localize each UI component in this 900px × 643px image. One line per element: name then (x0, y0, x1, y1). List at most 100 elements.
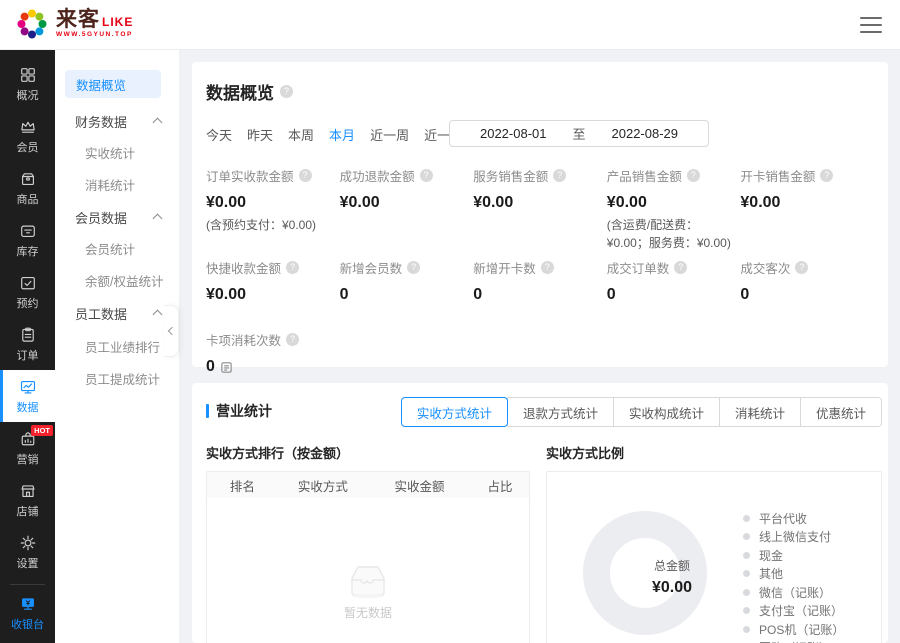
legend-item-wechat-online[interactable]: 线上微信支付 (743, 528, 844, 547)
sidebar-collapse-handle[interactable] (164, 305, 179, 357)
help-icon[interactable] (280, 85, 293, 98)
submenu-item-consume-stats[interactable]: 消耗统计 (85, 174, 180, 194)
sidebar-item-marketing[interactable]: HOT 营销 (0, 422, 55, 474)
stats-tab-group: 实收方式统计 退款方式统计 实收构成统计 消耗统计 优惠统计 (402, 397, 882, 427)
sidebar-item-shop[interactable]: 店铺 (0, 474, 55, 526)
submenu-group-label: 财务数据 (75, 112, 127, 131)
legend-item-wechat-manual[interactable]: 微信（记账） (743, 583, 844, 602)
menu-hamburger-icon[interactable] (860, 17, 882, 33)
settings-gear-icon (19, 534, 37, 552)
empty-text: 暂无数据 (344, 604, 392, 621)
stat-customer-visits: 成交客次 0 (740, 258, 874, 324)
legend-dot-icon (743, 589, 750, 596)
stat-service-sales: 服务销售金额 ¥0.00 (473, 166, 607, 252)
sidebar-item-orders[interactable]: 订单 (0, 318, 55, 370)
legend-item-alipay-manual[interactable]: 支付宝（记账） (743, 602, 844, 621)
section-title: 营业统计 (216, 401, 272, 421)
chevron-left-icon (168, 327, 176, 335)
sidebar-divider (10, 584, 45, 585)
submenu-group-finance[interactable]: 财务数据 (75, 110, 175, 132)
help-icon[interactable] (687, 169, 700, 182)
filter-yesterday[interactable]: 昨天 (247, 125, 273, 144)
legend-item-groupbuy-manual[interactable]: 团购（记账） (743, 639, 844, 643)
help-icon[interactable] (286, 261, 299, 274)
tab-received-composition-stats[interactable]: 实收构成统计 (613, 397, 720, 427)
filter-today[interactable]: 今天 (206, 125, 232, 144)
stat-note: (含运费/配送费：¥0.00；服务费：¥0.00) (607, 216, 733, 252)
detail-icon[interactable] (220, 361, 233, 374)
sidebar-item-cashier[interactable]: 收银台 (0, 587, 55, 639)
ranking-title: 实收方式排行（按金额） (206, 443, 530, 463)
stat-label: 产品销售金额 (607, 166, 682, 185)
sidebar-item-overview[interactable]: 概况 (0, 58, 55, 110)
tab-discount-stats[interactable]: 优惠统计 (800, 397, 882, 427)
logo-pinwheel-icon (14, 6, 50, 42)
sidebar-item-booking[interactable]: 预约 (0, 266, 55, 318)
tab-payment-method-stats[interactable]: 实收方式统计 (401, 397, 508, 427)
date-start-input[interactable]: 2022-08-01 (480, 126, 547, 141)
help-icon[interactable] (420, 169, 433, 182)
submenu-group-member[interactable]: 会员数据 (75, 206, 175, 228)
stat-orders-count: 成交订单数 0 (607, 258, 741, 324)
sidebar-item-settings[interactable]: 设置 (0, 526, 55, 578)
tab-refund-method-stats[interactable]: 退款方式统计 (507, 397, 614, 427)
date-end-input[interactable]: 2022-08-29 (612, 126, 679, 141)
col-method: 实收方式 (278, 476, 368, 495)
member-crown-icon (19, 118, 37, 136)
stat-product-sales: 产品销售金额 ¥0.00 (含运费/配送费：¥0.00；服务费：¥0.00) (607, 166, 741, 252)
help-icon[interactable] (674, 261, 687, 274)
sidebar-item-inventory[interactable]: 库存 (0, 214, 55, 266)
help-icon[interactable] (820, 169, 833, 182)
legend-label: 现金 (759, 547, 783, 564)
help-icon[interactable] (795, 261, 808, 274)
sidebar-label: 库存 (17, 243, 39, 259)
legend-dot-icon (743, 607, 750, 614)
stat-note: (含预约支付：¥0.00) (206, 216, 332, 234)
booking-check-icon (19, 274, 37, 292)
filter-this-month[interactable]: 本月 (329, 125, 355, 144)
sidebar-item-data[interactable]: 数据 (0, 370, 55, 422)
stat-value: ¥0.00 (340, 194, 466, 212)
proportion-chart-panel: 总金额 ¥0.00 平台代收 线上微信支付 现金 其他 微信（记账） 支付宝（记… (546, 471, 882, 643)
legend-item-cash[interactable]: 现金 (743, 546, 844, 565)
legend-label: 微信（记账） (759, 584, 831, 601)
stat-label: 成功退款金额 (340, 166, 415, 185)
help-icon[interactable] (541, 261, 554, 274)
stat-new-members: 新增会员数 0 (340, 258, 474, 324)
legend-item-other[interactable]: 其他 (743, 565, 844, 584)
legend-item-platform[interactable]: 平台代收 (743, 509, 844, 528)
sidebar-label: 设置 (17, 555, 39, 571)
filter-last-week[interactable]: 近一周 (370, 125, 409, 144)
tab-consume-stats[interactable]: 消耗统计 (719, 397, 801, 427)
submenu-item-member-stats[interactable]: 会员统计 (85, 238, 180, 258)
stat-refund: 成功退款金额 ¥0.00 (340, 166, 474, 252)
app-logo[interactable]: 来客LIKE WWW.5GYUN.TOP (14, 6, 133, 42)
stat-label: 成交订单数 (607, 258, 670, 277)
filter-this-week[interactable]: 本周 (288, 125, 314, 144)
stat-new-cards: 新增开卡数 0 (473, 258, 607, 324)
help-icon[interactable] (553, 169, 566, 182)
ranking-table-header: 排名 实收方式 实收金额 占比 (207, 472, 529, 498)
stat-value: ¥0.00 (206, 194, 332, 212)
stat-value: ¥0.00 (607, 194, 733, 212)
sidebar-item-products[interactable]: 商品 (0, 162, 55, 214)
submenu-item-data-overview[interactable]: 数据概览 (65, 70, 161, 98)
submenu-item-received-stats[interactable]: 实收统计 (85, 142, 180, 162)
submenu-item-balance-stats[interactable]: 余额/权益统计 (85, 270, 180, 290)
legend-item-pos-manual[interactable]: POS机（记账） (743, 620, 844, 639)
help-icon[interactable] (407, 261, 420, 274)
cashier-register-icon (19, 595, 37, 613)
help-icon[interactable] (299, 169, 312, 182)
stat-label: 新增开卡数 (473, 258, 536, 277)
stat-value: 0 (607, 286, 733, 304)
sidebar-label: 店铺 (17, 503, 39, 519)
submenu-group-staff[interactable]: 员工数据 (75, 302, 175, 324)
stat-label: 订单实收款金额 (206, 166, 294, 185)
submenu-item-staff-commission[interactable]: 员工提成统计 (85, 368, 180, 388)
section-accent-bar (206, 404, 209, 418)
date-range-picker[interactable]: 2022-08-01 至 2022-08-29 (449, 120, 709, 147)
sidebar-item-members[interactable]: 会员 (0, 110, 55, 162)
goods-box-icon (19, 170, 37, 188)
help-icon[interactable] (286, 333, 299, 346)
stat-value: 0 (740, 286, 866, 304)
